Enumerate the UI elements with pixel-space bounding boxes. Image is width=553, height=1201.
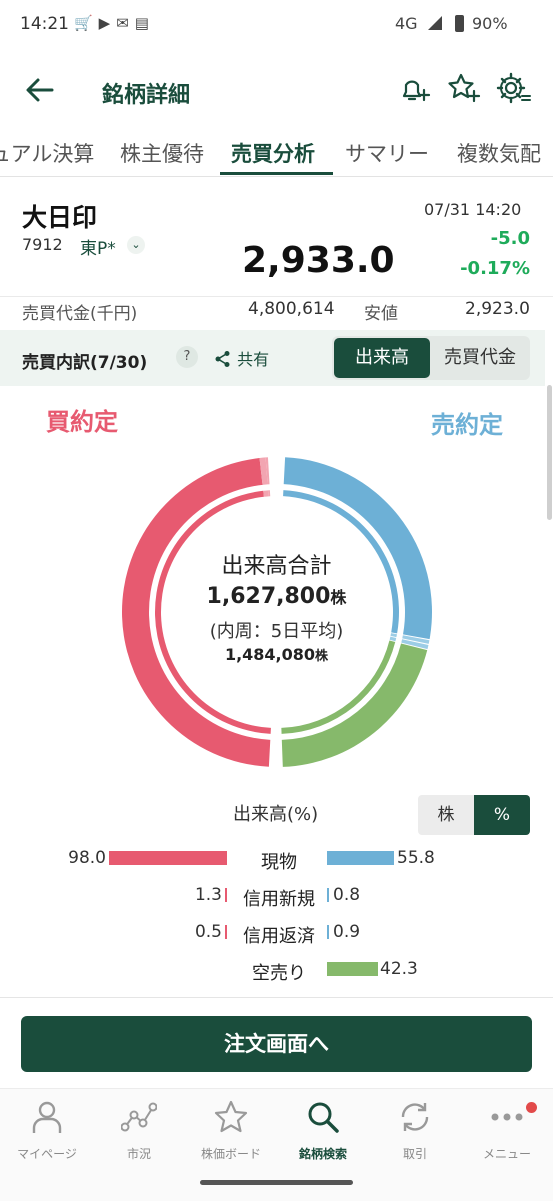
tab-trade-analysis[interactable]: 売買分析 [231,138,315,168]
sell-value: 0.9 [333,922,361,942]
buy-label: 買約定 [46,408,118,436]
price-change: -5.0 [490,228,530,249]
refresh-icon [401,1103,429,1131]
notification-badge [526,1102,537,1113]
chart-center-title: 出来高合計 [221,554,332,579]
more-icon [491,1113,523,1121]
sell-bar [327,925,329,939]
gesture-handle [200,1180,353,1185]
trade-value-label: 売買代金(千円) [22,304,138,324]
tab-shareholder-benefits[interactable]: 株主優待 [120,138,204,168]
buy-bar [109,851,227,865]
total-volume-unit: 株 [330,588,347,607]
share-label: 共有 [237,350,270,369]
category-label: 信用新規 [243,889,315,910]
status-time: 14:21 [20,14,69,34]
buy-bar [225,925,227,939]
category-label: 信用返済 [243,926,315,947]
table-row: 1.3 信用新規 0.8 [0,883,553,915]
sell-bar [327,851,394,865]
back-arrow-icon[interactable] [22,72,58,108]
sell-label: 売約定 [431,411,503,439]
average-volume-unit: 株 [315,649,329,664]
current-price: 2,933.0 [242,240,395,281]
network-indicator: 4G [395,14,418,33]
active-tab-indicator [220,172,333,175]
tab-bar: ュアル決算 株主優待 売買分析 サマリー 複数気配 [0,128,553,177]
signal-icon [428,16,442,30]
add-favorite-star-icon[interactable] [445,70,481,106]
total-volume: 1,627,800株 [0,584,553,609]
market-graph-icon [121,1102,157,1132]
scrollbar[interactable] [547,385,552,520]
tab-multiple-quotes[interactable]: 複数気配 [457,138,541,168]
sell-value: 55.8 [397,848,435,868]
volume-donut-chart [122,457,432,767]
status-bar: 14:21 🛒▶✉▤ 4G 90% [0,0,553,50]
share-icon [215,351,230,367]
buy-value: 98.0 [68,848,106,868]
table-row: 0.5 信用返済 0.9 [0,920,553,952]
segment-volume[interactable]: 出来高 [334,338,430,378]
average-volume: 1,484,080株 [0,645,553,664]
buy-slice [122,457,271,767]
order-screen-button[interactable]: 注文画面へ [21,1016,532,1072]
total-volume-value: 1,627,800 [206,584,331,609]
person-icon [32,1101,62,1133]
inner-ring-note: (内周：5日平均) [209,621,344,642]
stock-name: 大日印 [22,203,98,232]
stock-code: 7912 [22,235,63,254]
low-price-label: 安値 [364,304,398,324]
trade-value: 4,800,614 [248,299,335,319]
notification-icons: 🛒▶✉▤ [74,14,155,32]
page-title: 銘柄詳細 [102,83,191,108]
sell-value: 42.3 [380,959,418,979]
buy-bar [225,888,227,902]
toggle-percent[interactable]: % [474,795,530,835]
add-alert-bell-icon[interactable] [396,70,432,106]
nav-menu[interactable]: メニュー [452,1089,553,1179]
volume-pct-label: 出来高(%) [233,804,319,825]
price-change-percent: -0.17% [460,258,530,279]
divider [0,997,553,998]
segment-trade-value[interactable]: 売買代金 [432,338,528,378]
breakdown-title: 売買内訳(7/30) [22,353,148,373]
share-button[interactable]: 共有 [214,346,269,370]
settings-gear-icon[interactable] [495,70,531,106]
buy-value: 1.3 [194,885,222,905]
sell-bar [327,962,378,976]
sell-value: 0.8 [333,885,361,905]
category-label: 空売り [252,963,306,984]
battery-icon [455,15,464,32]
unit-toggle: 株 % [418,795,530,835]
price-datetime: 07/31 14:20 [424,200,522,219]
app-bar: 銘柄詳細 [0,50,553,128]
metric-segmented-control: 出来高 売買代金 [332,336,530,380]
breakdown-header: 売買内訳(7/30) ? 共有 出来高 売買代金 [0,330,545,386]
buy-slice [263,490,269,497]
stats-row: 売買代金(千円) 4,800,614 安値 2,923.0 [0,296,553,327]
table-row: 空売り 42.3 [0,957,553,989]
battery-level: 90% [472,14,508,33]
search-icon [308,1102,339,1133]
chevron-down-icon[interactable]: ⌄ [127,236,145,254]
table-row: 98.0 現物 55.8 [0,846,553,878]
low-price-value: 2,923.0 [465,299,530,319]
help-icon[interactable]: ? [176,346,198,368]
toggle-shares[interactable]: 株 [418,795,474,835]
tab-summary[interactable]: サマリー [345,138,429,168]
nav-label: メニュー [482,1147,531,1161]
average-volume-value: 1,484,080 [224,645,316,664]
star-icon [214,1100,248,1133]
category-label: 現物 [261,852,297,873]
sell-bar [327,888,329,902]
market-selector[interactable]: 東P* [80,234,116,259]
buy-value: 0.5 [194,922,222,942]
tab-earnings[interactable]: ュアル決算 [0,138,94,168]
